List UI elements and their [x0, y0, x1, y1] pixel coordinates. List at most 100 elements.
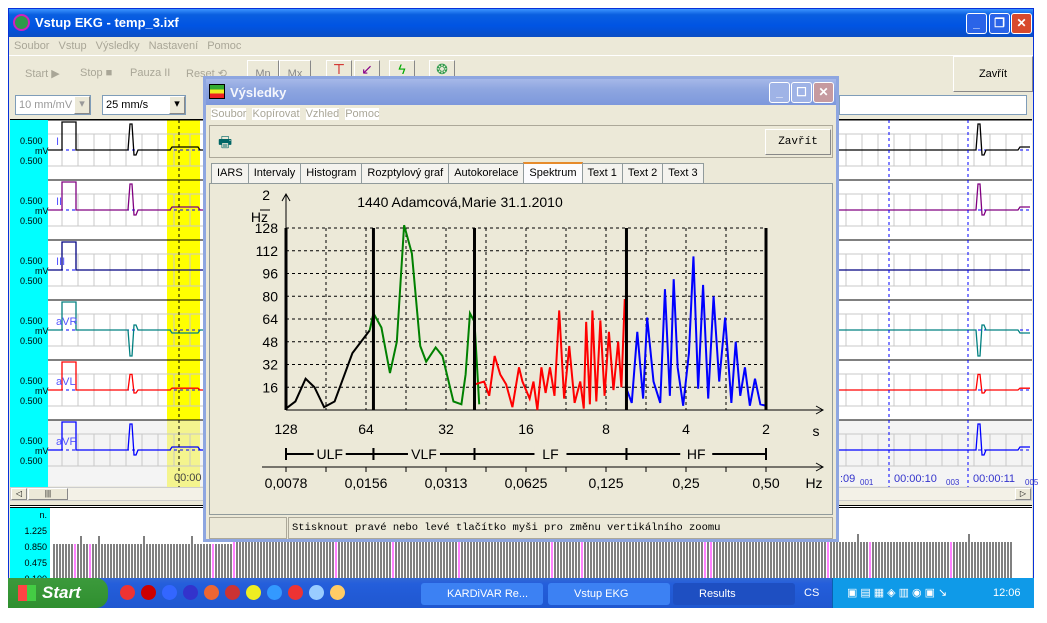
- status-pane-left: [209, 517, 287, 539]
- x-tick-label-hz: 0,0156: [345, 475, 388, 491]
- task-label: KARDiVAR Re...: [447, 588, 529, 600]
- menu-výsledky[interactable]: Výsledky: [96, 40, 140, 52]
- scroll-left-icon[interactable]: ◁: [11, 488, 27, 500]
- main-close-button[interactable]: Zavřít: [953, 56, 1033, 92]
- task-kardivar[interactable]: KARDiVAR Re...: [421, 583, 543, 605]
- lead-label-iii: III: [56, 256, 66, 268]
- info-field[interactable]: [839, 95, 1027, 115]
- speed-value: 25 mm/s: [106, 99, 149, 111]
- scroll-thumb[interactable]: |||: [28, 488, 68, 500]
- tab-intervaly[interactable]: Intervaly: [247, 163, 302, 183]
- x-tick-label-hz: 0,125: [588, 475, 623, 491]
- app-icon: [13, 14, 30, 31]
- minimize-button[interactable]: _: [966, 13, 987, 34]
- system-tray: 12:06 ▣▤▦◈▥◉▣↘: [832, 578, 1034, 608]
- stop-button[interactable]: Stop ■: [80, 67, 112, 79]
- x-label-hz: Hz: [805, 475, 822, 491]
- lead-label-avl: aVL: [56, 376, 76, 388]
- band-label-vlf: VLF: [411, 446, 437, 462]
- spectrum-series-hf: [625, 256, 767, 407]
- menu-soubor[interactable]: Soubor: [14, 40, 49, 52]
- language-indicator[interactable]: CS: [804, 587, 819, 599]
- main-title-bar: Vstup EKG - temp_3.ixf _ ❐ ✕: [9, 9, 1033, 37]
- scale-unit: mV: [35, 146, 49, 156]
- results-close-button[interactable]: Zavřít: [765, 129, 831, 155]
- chevron-down-icon[interactable]: ▾: [169, 96, 185, 114]
- task-vstup-ekg[interactable]: Vstup EKG: [548, 583, 670, 605]
- x-tick-label-s: 4: [682, 421, 690, 437]
- histogram-label: 0.475: [24, 558, 47, 568]
- tab-spektrum[interactable]: Spektrum: [523, 162, 583, 184]
- chevron-down-icon[interactable]: ▾: [74, 96, 90, 114]
- task-results[interactable]: Results: [673, 583, 795, 605]
- scale-top: 0.500: [20, 256, 43, 266]
- speed-select[interactable]: 25 mm/s ▾: [102, 95, 186, 115]
- scale-unit: mV: [35, 206, 49, 216]
- results-close-x-button[interactable]: ✕: [813, 82, 834, 103]
- scale-top: 0.500: [20, 136, 43, 146]
- maximize-button[interactable]: ❐: [989, 13, 1010, 34]
- tab-text-2[interactable]: Text 2: [621, 163, 664, 183]
- main-menu: Soubor Vstup Výsledky Nastavení Pomoc: [14, 40, 250, 52]
- print-icon[interactable]: 🖶: [218, 132, 232, 157]
- spectrum-chart[interactable]: 2 Hz 16 32 48 64 80 96 112 128 128 64 32 16 8 4 2 s 1440 A…: [210, 184, 832, 514]
- quick-launch-icon[interactable]: [141, 585, 156, 600]
- results-minimize-button[interactable]: _: [769, 82, 790, 103]
- x-tick-label-hz: 0,25: [672, 475, 699, 491]
- scale-bottom: 0.500: [20, 396, 43, 406]
- spectrum-series-vlf: [368, 224, 481, 406]
- results-dialog: Výsledky _ ☐ ✕ Soubor Kopírovat Vzhled Pomo…: [203, 76, 839, 542]
- quick-launch-icon[interactable]: [330, 585, 345, 600]
- quick-launch-icon[interactable]: [267, 585, 282, 600]
- gain-select[interactable]: 10 mm/mV ▾: [15, 95, 91, 115]
- time-mark-index: 005: [1025, 478, 1039, 487]
- quick-launch-icon[interactable]: [225, 585, 240, 600]
- tab-autokorelace[interactable]: Autokorelace: [448, 163, 525, 183]
- results-menu-kopírovat[interactable]: Kopírovat: [252, 108, 300, 120]
- quick-launch-icon[interactable]: [183, 585, 198, 600]
- start-button[interactable]: Start ▶: [25, 67, 60, 80]
- tab-text-3[interactable]: Text 3: [662, 163, 704, 183]
- band-label-lf: LF: [542, 446, 558, 462]
- results-menu-vzhled[interactable]: Vzhled: [305, 108, 340, 120]
- x-tick-label-s: 128: [274, 421, 298, 437]
- quick-launch-icon[interactable]: [246, 585, 261, 600]
- results-maximize-button[interactable]: ☐: [791, 82, 812, 103]
- lead-label-avf: aVF: [56, 436, 77, 448]
- quick-launch-icon[interactable]: [288, 585, 303, 600]
- close-button[interactable]: ✕: [1011, 13, 1032, 34]
- menu-vstup[interactable]: Vstup: [58, 40, 86, 52]
- x-tick-label-hz: 0,50: [752, 475, 779, 491]
- quick-launch-icon[interactable]: [120, 585, 135, 600]
- scale-unit: mV: [35, 386, 49, 396]
- quick-launch-icon[interactable]: [162, 585, 177, 600]
- results-menu-soubor[interactable]: Soubor: [211, 108, 247, 120]
- pause-button[interactable]: Pauza II: [130, 67, 170, 79]
- band-label-hf: HF: [687, 446, 706, 462]
- start-label: Start: [42, 583, 81, 602]
- scroll-right-icon[interactable]: ▷: [1015, 488, 1031, 500]
- x-tick-label-s: 64: [358, 421, 374, 437]
- menu-pomoc[interactable]: Pomoc: [207, 40, 241, 52]
- menu-nastavení[interactable]: Nastavení: [149, 40, 199, 52]
- quick-launch-icon[interactable]: [204, 585, 219, 600]
- windows-logo-icon: [18, 585, 36, 601]
- spectrum-series-lf: [474, 299, 626, 411]
- tray-icons[interactable]: ▣▤▦◈▥◉▣↘: [847, 586, 950, 599]
- tab-rozptylový-graf[interactable]: Rozptylový graf: [361, 163, 450, 183]
- lead-label-i: I: [56, 136, 60, 148]
- tab-iars[interactable]: IARS: [211, 163, 249, 183]
- y-tick-label: 64: [262, 311, 278, 327]
- tab-histogram[interactable]: Histogram: [300, 163, 363, 183]
- clock: 12:06: [993, 587, 1021, 599]
- time-mark: 00:00:10: [894, 473, 937, 485]
- y-tick-label: 96: [262, 266, 278, 282]
- x-label-s: s: [813, 423, 820, 439]
- tab-text-1[interactable]: Text 1: [581, 163, 623, 183]
- results-menu-pomoc[interactable]: Pomoc: [345, 108, 380, 120]
- start-button[interactable]: Start: [8, 578, 108, 608]
- y-tick-label: 16: [262, 379, 278, 395]
- taskbar: Start KARDiVAR Re... Vstup EKG Results C…: [8, 578, 1034, 608]
- y-tick-label: 128: [255, 220, 279, 236]
- quick-launch-icon[interactable]: [309, 585, 324, 600]
